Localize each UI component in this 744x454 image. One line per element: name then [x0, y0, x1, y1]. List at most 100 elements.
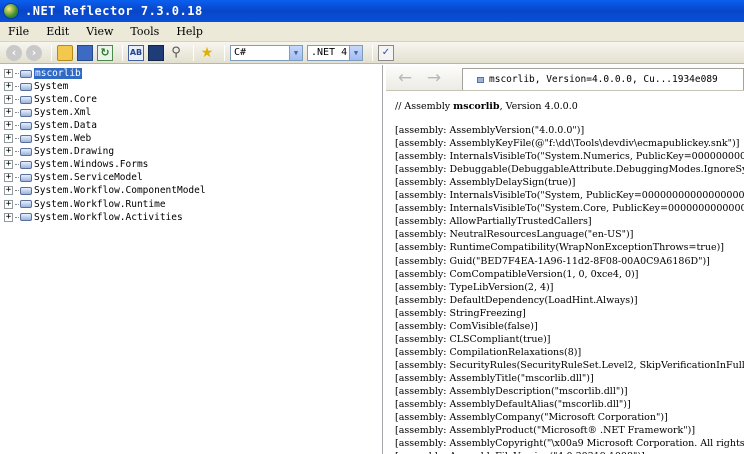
menu-file[interactable]: File [8, 25, 29, 38]
nav-forward-icon[interactable]: → [424, 69, 444, 87]
tree-connector [15, 190, 19, 192]
attribute-line: [assembly: ComVisible(false)] [395, 320, 538, 332]
refresh-icon[interactable]: ↻ [97, 44, 113, 61]
tree-item-label: System.Workflow.Activities [34, 211, 183, 223]
attribute-line: [assembly: TypeLibVersion(2, 4)] [395, 281, 554, 293]
tree-item-label: System.Drawing [34, 146, 115, 158]
tree-item-label: System.Workflow.ComponentModel [34, 185, 206, 197]
chevron-down-icon[interactable]: ▼ [289, 45, 302, 60]
attribute-line: [assembly: ComCompatibleVersion(1, 0, 0x… [395, 268, 639, 280]
tree-item[interactable]: + System.Core [4, 93, 97, 106]
assembly-icon [477, 76, 484, 83]
attribute-line: [assembly: AssemblyDefaultAlias("mscorli… [395, 399, 631, 411]
window-title: .NET Reflector 7.3.0.18 [25, 4, 203, 18]
framework-value: .NET 4.0 [311, 47, 349, 58]
attribute-line: [assembly: InternalsVisibleTo("System, P… [395, 190, 744, 202]
back-icon[interactable]: ‹ [6, 44, 22, 61]
attribute-line: [assembly: DefaultDependency(LoadHint.Al… [395, 294, 638, 306]
expand-icon[interactable]: + [4, 82, 13, 92]
bookmark-star-icon[interactable]: ★ [199, 45, 215, 61]
tree-connector [15, 112, 19, 114]
menu-tools[interactable]: Tools [130, 25, 159, 38]
tree-connector [15, 203, 19, 205]
toolbar-separator [122, 44, 123, 61]
tree-connector [15, 99, 19, 101]
expand-icon[interactable]: + [4, 173, 13, 183]
toolbar: ‹ › ↻ AB ⚲ ★ C# ▼ .NET 4.0 ▼ ✓ [0, 42, 744, 64]
tree-item[interactable]: + System.Workflow.ComponentModel [4, 184, 206, 197]
assembly-icon [20, 82, 32, 91]
expand-icon[interactable]: + [4, 147, 13, 157]
attribute-line: [assembly: Guid("BED7F4EA-1A96-11d2-8F08… [395, 255, 710, 267]
expand-icon[interactable]: + [4, 186, 13, 196]
assembly-icon [20, 121, 32, 130]
attribute-line: [assembly: RuntimeCompatibility(WrapNonE… [395, 242, 724, 254]
tree-item[interactable]: + System.Workflow.Runtime [4, 198, 166, 211]
header-prefix: // Assembly [395, 101, 454, 112]
attribute-line: [assembly: StringFreezing] [395, 307, 526, 319]
expand-icon[interactable]: + [4, 121, 13, 131]
nav-back-icon[interactable]: ← [395, 69, 415, 87]
assembly-icon [20, 173, 32, 182]
chevron-down-icon[interactable]: ▼ [349, 45, 362, 60]
tree-item[interactable]: + System.Drawing [4, 145, 114, 158]
save-icon[interactable] [77, 44, 93, 61]
attribute-line: [assembly: AssemblyVersion("4.0.0.0")] [395, 125, 585, 136]
attribute-line: [assembly: AllowPartiallyTrustedCallers] [395, 216, 592, 228]
expand-icon[interactable]: + [4, 212, 13, 222]
tree-connector [15, 73, 19, 74]
assembly-icon [20, 95, 32, 104]
toolbar-separator [51, 44, 52, 61]
tree-item-label: System.Core [34, 94, 97, 106]
tree-item[interactable]: + System.Windows.Forms [4, 158, 148, 171]
tree-item-label: System.Web [34, 133, 92, 145]
expand-icon[interactable]: + [4, 95, 13, 105]
attribute-line: [assembly: SecurityRules(SecurityRuleSet… [395, 359, 744, 371]
expand-icon[interactable]: + [4, 134, 13, 144]
analyzer-icon[interactable] [148, 44, 164, 61]
disassembler-icon[interactable]: AB [128, 44, 144, 61]
toolbar-separator [193, 44, 194, 61]
document-tab[interactable]: mscorlib, Version=4.0.0.0, Cu...1934e089 [462, 68, 744, 90]
tree-connector [15, 216, 19, 218]
attribute-line: [assembly: Debuggable(DebuggableAttribut… [395, 164, 744, 176]
tree-item[interactable]: + System.Data [4, 119, 97, 132]
tree-item-label: System.Workflow.Runtime [34, 198, 166, 210]
code-view[interactable]: // Assembly mscorlib, Version 4.0.0.0 [a… [386, 91, 744, 454]
tree-connector [15, 86, 19, 88]
title-bar: .NET Reflector 7.3.0.18 [0, 0, 744, 22]
attribute-line: [assembly: AssemblyCopyright("\x00a9 Mic… [395, 438, 744, 450]
tree-item-label: System [34, 81, 69, 93]
tree-item[interactable]: + mscorlib [4, 67, 82, 80]
forward-icon[interactable]: › [26, 44, 42, 61]
tree-item-label: System.Xml [34, 107, 92, 119]
expand-icon[interactable]: + [4, 199, 13, 209]
tree-item[interactable]: + System.ServiceModel [4, 171, 143, 184]
tree-item[interactable]: + System.Workflow.Activities [4, 211, 183, 224]
assembly-icon [20, 69, 32, 78]
options-icon[interactable]: ✓ [378, 44, 394, 61]
menu-help[interactable]: Help [176, 25, 203, 38]
tree-item[interactable]: + System [4, 80, 68, 93]
framework-select[interactable]: .NET 4.0 ▼ [307, 44, 363, 61]
expand-icon[interactable]: + [4, 69, 13, 78]
menu-bar: File Edit View Tools Help [0, 22, 744, 42]
attribute-line: [assembly: InternalsVisibleTo("System.Nu… [395, 151, 744, 163]
menu-view[interactable]: View [86, 25, 113, 38]
header-suffix: , Version 4.0.0.0 [499, 101, 578, 112]
toolbar-separator [372, 44, 373, 61]
menu-edit[interactable]: Edit [46, 25, 69, 38]
attribute-line: [assembly: CLSCompliant(true)] [395, 333, 551, 345]
attribute-line: [assembly: AssemblyDelaySign(true)] [395, 177, 576, 189]
open-folder-icon[interactable] [57, 44, 73, 61]
expand-icon[interactable]: + [4, 108, 13, 118]
language-select[interactable]: C# ▼ [230, 44, 303, 61]
expand-icon[interactable]: + [4, 160, 13, 170]
attribute-line: [assembly: NeutralResourcesLanguage("en-… [395, 229, 634, 241]
app-icon [3, 3, 19, 19]
tree-item[interactable]: + System.Web [4, 132, 91, 145]
tree-connector [15, 138, 19, 140]
tree-item[interactable]: + System.Xml [4, 106, 91, 119]
search-icon[interactable]: ⚲ [168, 45, 184, 61]
attribute-line: [assembly: AssemblyProduct("Microsoft® .… [395, 425, 696, 437]
